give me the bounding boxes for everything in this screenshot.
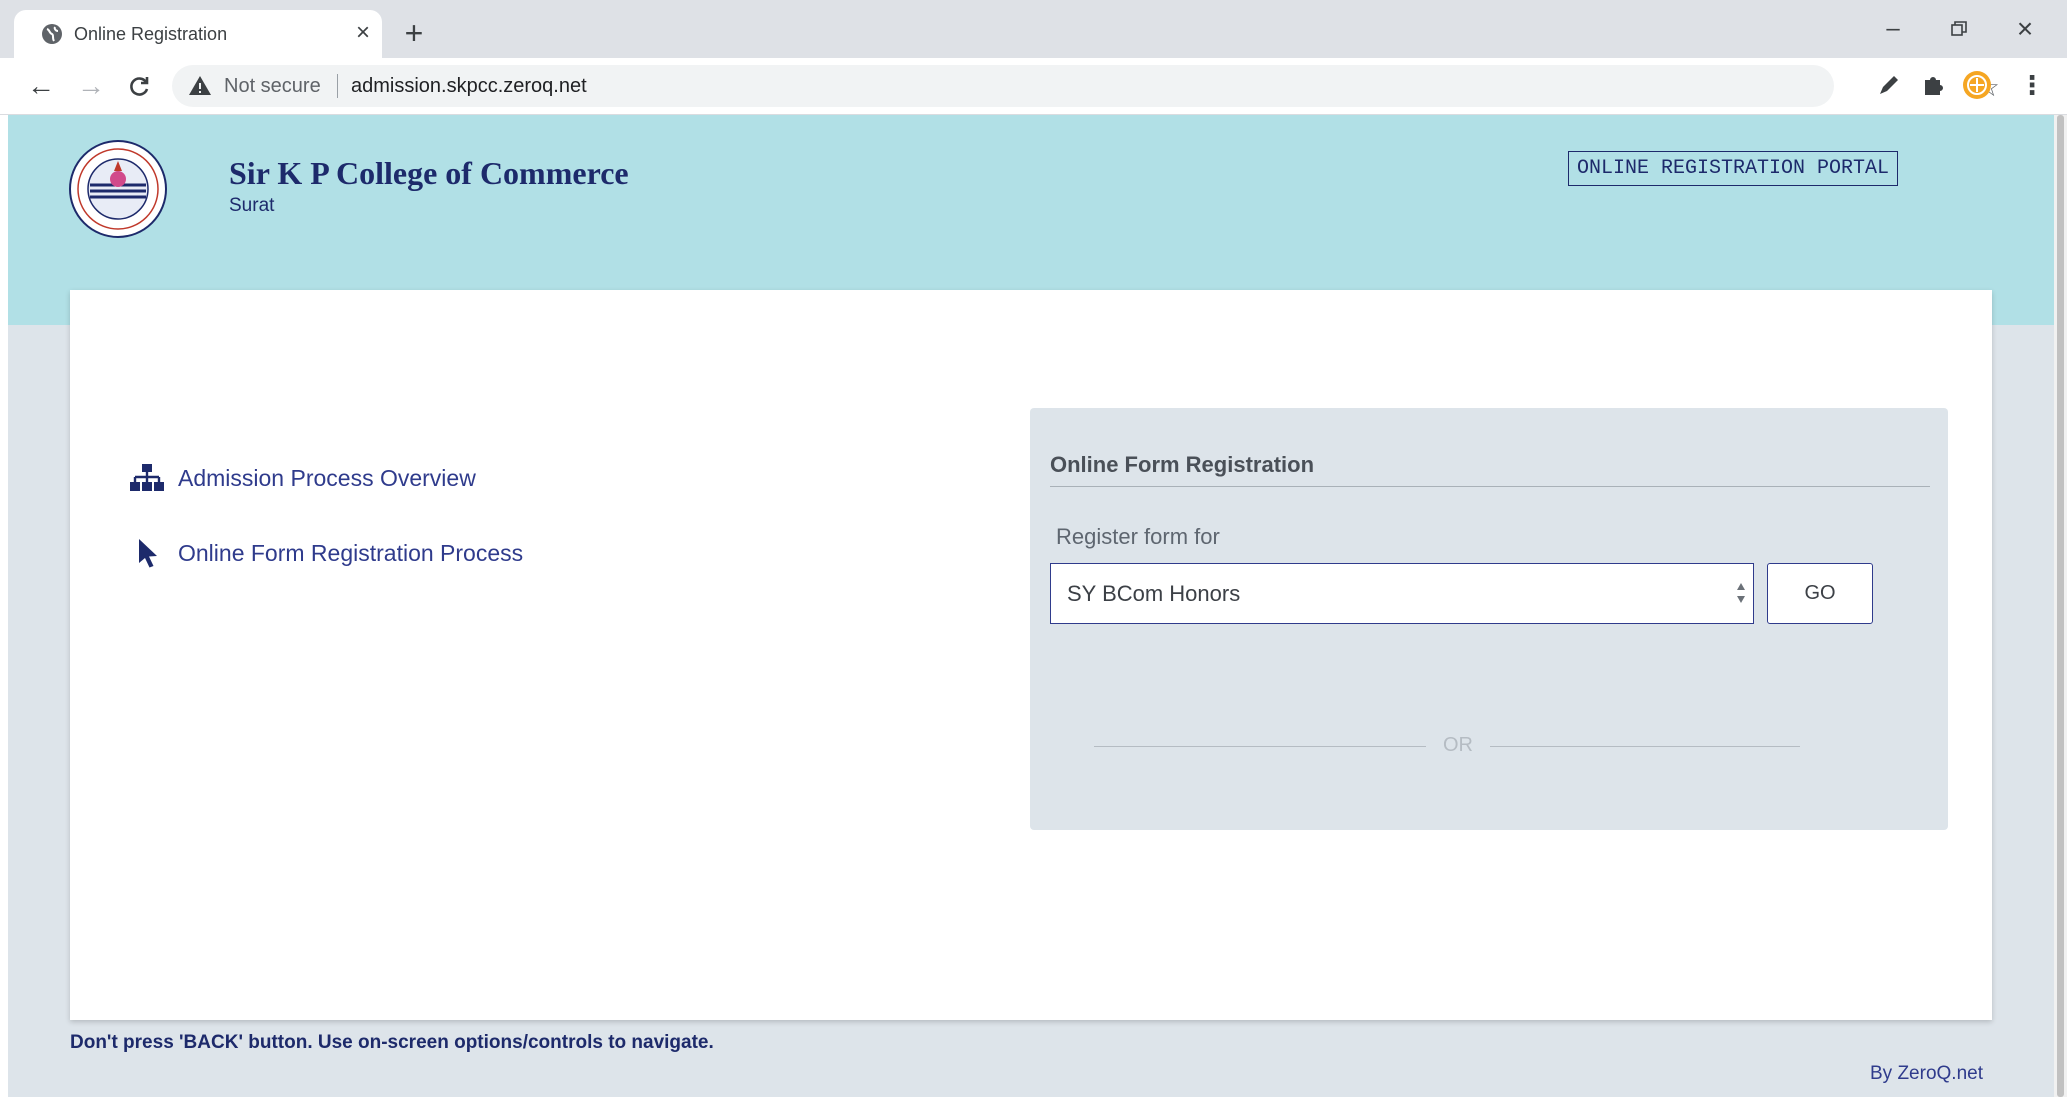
or-divider-left: [1094, 746, 1426, 747]
menu-icon[interactable]: ⋮: [2018, 72, 2046, 100]
main-card: Admission Process Overview Online Form R…: [70, 290, 1992, 1020]
back-icon[interactable]: ←: [24, 70, 58, 104]
college-name: Sir K P College of Commerce: [229, 155, 629, 191]
forward-icon[interactable]: →: [74, 70, 108, 104]
close-icon[interactable]: ×: [350, 20, 376, 46]
address-bar[interactable]: Not secure admission.skpcc.zeroq.net ☆: [172, 65, 2000, 107]
warning-icon: [189, 76, 211, 95]
browser-tab-bar: Online Registration × + – ×: [0, 0, 2067, 58]
course-select-value: SY BCom Honors: [1067, 581, 1241, 606]
reload-icon[interactable]: [122, 70, 156, 104]
restore-icon[interactable]: [1942, 12, 1976, 46]
url-text[interactable]: admission.skpcc.zeroq.net: [351, 74, 587, 98]
registration-panel: Online Form Registration Register form f…: [1030, 408, 1948, 830]
plus-icon[interactable]: +: [398, 17, 430, 50]
course-select[interactable]: SY BCom Honors: [1050, 563, 1754, 624]
puzzle-icon[interactable]: [1918, 70, 1948, 100]
page-viewport: Sir K P College of Commerce Surat ONLINE…: [8, 115, 2054, 1097]
online-form-process-label[interactable]: Online Form Registration Process: [178, 540, 523, 567]
or-separator: OR: [1443, 734, 1473, 756]
admission-overview-link[interactable]: Admission Process Overview: [130, 463, 476, 493]
panel-title: Online Form Registration: [1050, 452, 1315, 477]
profile-icon[interactable]: [1962, 70, 1992, 100]
scrollbar-thumb[interactable]: [2057, 115, 2064, 1097]
globe-icon: [42, 24, 62, 44]
security-label[interactable]: Not secure: [224, 74, 321, 98]
browser-toolbar: ← → Not secure admission.skpcc.zeroq.net…: [0, 58, 2067, 115]
pen-icon[interactable]: [1874, 70, 1904, 100]
browser-tab[interactable]: Online Registration ×: [14, 10, 382, 58]
portal-label: ONLINE REGISTRATION PORTAL: [1568, 151, 1899, 186]
go-button[interactable]: GO: [1767, 563, 1873, 624]
or-divider-right: [1490, 746, 1800, 747]
credit-link[interactable]: By ZeroQ.net: [1870, 1063, 1983, 1085]
select-arrows-icon: [1737, 583, 1745, 603]
page-scrollbar[interactable]: [2054, 115, 2067, 1097]
online-form-process-link[interactable]: Online Form Registration Process: [130, 538, 523, 568]
window-close-icon[interactable]: ×: [2008, 12, 2042, 46]
register-form-label: Register form for: [1056, 524, 1220, 549]
address-separator: [337, 74, 338, 98]
sitemap-icon: [130, 463, 166, 493]
minimize-icon[interactable]: –: [1876, 12, 1910, 46]
admission-overview-label[interactable]: Admission Process Overview: [178, 465, 476, 492]
pointer-icon: [130, 538, 166, 568]
college-logo: [69, 140, 167, 238]
back-button-warning: Don't press 'BACK' button. Use on-screen…: [70, 1032, 714, 1053]
panel-divider: [1050, 486, 1930, 487]
college-city: Surat: [229, 195, 275, 216]
tab-title: Online Registration: [74, 24, 228, 44]
